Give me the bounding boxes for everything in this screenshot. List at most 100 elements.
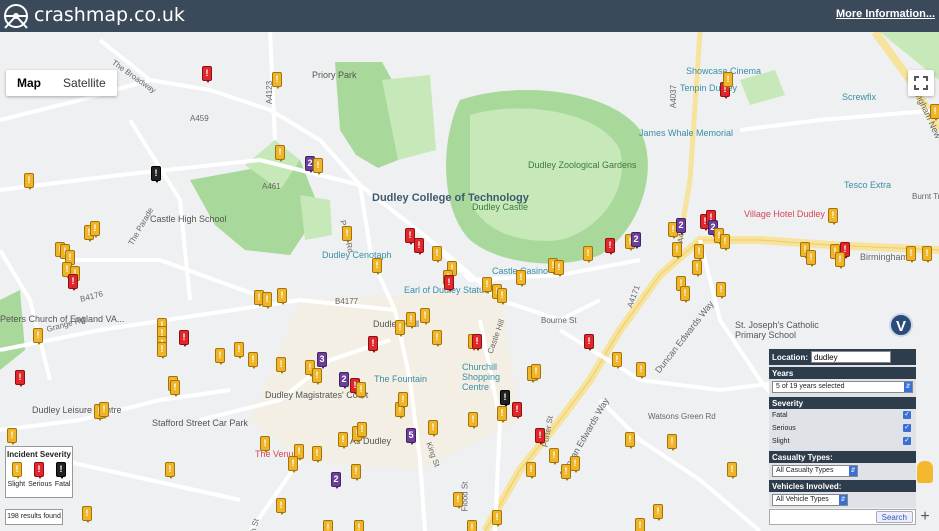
slight-incident-marker[interactable]: !	[680, 286, 690, 303]
slight-incident-marker[interactable]: !	[716, 282, 726, 299]
years-select[interactable]: 5 of 19 years selected ⇵	[772, 381, 913, 393]
slight-incident-marker[interactable]: !	[170, 380, 180, 397]
serious-incident-marker[interactable]: !	[15, 370, 25, 387]
site-name[interactable]: crashmap.co.uk	[34, 4, 185, 26]
slight-incident-marker[interactable]: !	[215, 348, 225, 365]
slight-incident-marker[interactable]: !	[288, 456, 298, 473]
slight-incident-marker[interactable]: !	[90, 221, 100, 238]
slight-incident-marker[interactable]: !	[272, 72, 282, 89]
slight-incident-marker[interactable]: !	[727, 462, 737, 479]
slight-incident-marker[interactable]: !	[277, 288, 287, 305]
search-button[interactable]: Search	[875, 511, 913, 523]
serious-incident-marker[interactable]: !	[472, 334, 482, 351]
slight-incident-marker[interactable]: !	[356, 382, 366, 399]
serious-incident-marker[interactable]: !	[68, 274, 78, 291]
slight-incident-marker[interactable]: !	[531, 364, 541, 381]
slight-incident-marker[interactable]: !	[497, 406, 507, 423]
serious-incident-marker[interactable]: !	[605, 238, 615, 255]
slight-incident-marker[interactable]: !	[723, 72, 733, 89]
slight-incident-marker[interactable]: !	[323, 520, 333, 531]
slight-incident-marker[interactable]: !	[583, 246, 593, 263]
slight-incident-marker[interactable]: !	[672, 242, 682, 259]
slight-incident-marker[interactable]: !	[720, 234, 730, 251]
location-input[interactable]	[811, 351, 891, 363]
cluster-marker[interactable]: 2	[676, 218, 686, 235]
slight-incident-marker[interactable]: !	[432, 330, 442, 347]
severity-option-slight[interactable]: Slight ✓	[769, 435, 916, 448]
serious-incident-marker[interactable]: !	[414, 238, 424, 255]
slight-incident-marker[interactable]: !	[653, 504, 663, 521]
slight-incident-marker[interactable]: !	[24, 173, 34, 190]
slight-incident-marker[interactable]: !	[467, 520, 477, 531]
slight-incident-marker[interactable]: !	[82, 506, 92, 523]
slight-incident-marker[interactable]: !	[420, 308, 430, 325]
slight-incident-marker[interactable]: !	[33, 328, 43, 345]
slight-incident-marker[interactable]: !	[234, 342, 244, 359]
serious-incident-marker[interactable]: !	[584, 334, 594, 351]
slight-incident-marker[interactable]: !	[549, 448, 559, 465]
slight-incident-marker[interactable]: !	[468, 412, 478, 429]
slight-incident-marker[interactable]: !	[526, 462, 536, 479]
cluster-marker[interactable]: 5	[406, 428, 416, 445]
severity-serious-checkbox[interactable]: ✓	[903, 424, 911, 432]
slight-incident-marker[interactable]: !	[248, 352, 258, 369]
cluster-marker[interactable]: 3	[317, 352, 327, 369]
slight-incident-marker[interactable]: !	[554, 260, 564, 277]
serious-incident-marker[interactable]: !	[202, 66, 212, 83]
fatal-incident-marker[interactable]: !	[151, 166, 161, 183]
fatal-incident-marker[interactable]: !	[500, 390, 510, 407]
slight-incident-marker[interactable]: !	[432, 246, 442, 263]
slight-incident-marker[interactable]: !	[635, 518, 645, 531]
slight-incident-marker[interactable]: !	[275, 145, 285, 162]
slight-incident-marker[interactable]: !	[516, 270, 526, 287]
severity-option-serious[interactable]: Serious ✓	[769, 422, 916, 435]
slight-incident-marker[interactable]: !	[342, 226, 352, 243]
slight-incident-marker[interactable]: !	[835, 252, 845, 269]
slight-incident-marker[interactable]: !	[806, 250, 816, 267]
slight-incident-marker[interactable]: !	[338, 432, 348, 449]
slight-incident-marker[interactable]: !	[157, 342, 167, 359]
slight-incident-marker[interactable]: !	[570, 456, 580, 473]
street-view-pegman-icon[interactable]	[917, 461, 933, 483]
slight-incident-marker[interactable]: !	[625, 432, 635, 449]
slight-incident-marker[interactable]: !	[276, 498, 286, 515]
slight-incident-marker[interactable]: !	[828, 208, 838, 225]
slight-incident-marker[interactable]: !	[7, 428, 17, 445]
slight-incident-marker[interactable]: !	[453, 492, 463, 509]
zoom-in-button[interactable]: +	[917, 509, 933, 525]
slight-incident-marker[interactable]: !	[428, 420, 438, 437]
fullscreen-button[interactable]	[908, 70, 934, 96]
slight-incident-marker[interactable]: !	[260, 436, 270, 453]
slight-incident-marker[interactable]: !	[497, 288, 507, 305]
cluster-marker[interactable]: 2	[631, 232, 641, 249]
serious-incident-marker[interactable]: !	[535, 428, 545, 445]
vehicles-select[interactable]: All Vehicle Types ⇵	[772, 494, 848, 506]
slight-incident-marker[interactable]: !	[357, 422, 367, 439]
serious-incident-marker[interactable]: !	[444, 275, 454, 292]
serious-incident-marker[interactable]: !	[368, 336, 378, 353]
slight-incident-marker[interactable]: !	[667, 434, 677, 451]
cluster-marker[interactable]: 2	[339, 372, 349, 389]
slight-incident-marker[interactable]: !	[313, 158, 323, 175]
severity-slight-checkbox[interactable]: ✓	[903, 437, 911, 445]
slight-incident-marker[interactable]: !	[372, 258, 382, 275]
slight-incident-marker[interactable]: !	[398, 392, 408, 409]
slight-incident-marker[interactable]: !	[406, 312, 416, 329]
slight-incident-marker[interactable]: !	[312, 368, 322, 385]
slight-incident-marker[interactable]: !	[482, 277, 492, 294]
slight-incident-marker[interactable]: !	[262, 292, 272, 309]
slight-incident-marker[interactable]: !	[99, 402, 109, 419]
cluster-marker[interactable]: 2	[331, 472, 341, 489]
slight-incident-marker[interactable]: !	[906, 246, 916, 263]
map-tab[interactable]: Map	[6, 70, 52, 96]
casualty-select[interactable]: All Casualty Types ⇵	[772, 465, 858, 477]
slight-incident-marker[interactable]: !	[694, 244, 704, 261]
slight-incident-marker[interactable]: !	[354, 520, 364, 531]
satellite-tab[interactable]: Satellite	[52, 70, 117, 96]
slight-incident-marker[interactable]: !	[692, 260, 702, 277]
slight-incident-marker[interactable]: !	[276, 357, 286, 374]
slight-incident-marker[interactable]: !	[930, 104, 939, 121]
slight-incident-marker[interactable]: !	[612, 352, 622, 369]
slight-incident-marker[interactable]: !	[312, 446, 322, 463]
slight-incident-marker[interactable]: !	[636, 362, 646, 379]
